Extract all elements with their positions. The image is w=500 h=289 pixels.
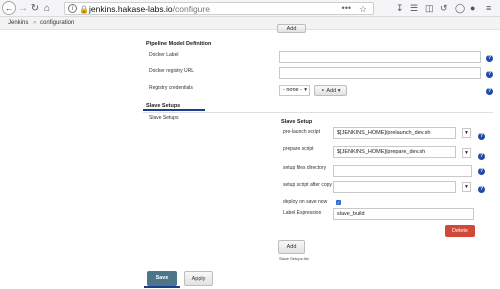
chevron-down-icon: ▾ <box>337 88 341 94</box>
pre-launch-script-label: pre-launch script <box>283 129 320 135</box>
browser-toolbar: ← → ↻ ⌂ i 🔒 jenkins.hakase-labs.io/confi… <box>0 0 500 17</box>
reload-icon[interactable]: ↻ <box>30 2 40 15</box>
chevron-down-icon: ▼ <box>464 130 469 136</box>
prepare-script-label: prepare script <box>283 146 314 152</box>
help-icon[interactable]: ? <box>478 153 485 160</box>
key-icon: ⚬ <box>320 88 326 94</box>
save-button[interactable]: Save <box>147 271 177 286</box>
help-icon[interactable]: ? <box>478 186 485 193</box>
sync-icon[interactable]: ↺ <box>440 2 448 15</box>
add-slave-setup-button[interactable]: Add <box>278 240 305 254</box>
lock-icon: 🔒 <box>79 5 89 14</box>
credentials-add-button[interactable]: ⚬ Add ▾ <box>314 85 347 96</box>
help-icon[interactable]: ? <box>486 71 493 78</box>
reader-icon[interactable]: ◫ <box>425 2 434 15</box>
slave-setup-panel-title: Slave Setup <box>281 119 313 125</box>
setup-files-directory-input[interactable] <box>333 165 472 177</box>
deploy-on-save-label: deploy on save now <box>283 199 328 205</box>
help-icon[interactable]: ? <box>478 133 485 140</box>
registry-credentials-label: Registry credentials <box>149 85 193 91</box>
credentials-select-value: - none - <box>283 87 302 93</box>
setup-files-directory-label: setup files directory <box>283 165 327 171</box>
download-icon[interactable]: ↧ <box>396 2 404 15</box>
help-icon[interactable]: ? <box>486 55 493 62</box>
page-root: ← → ↻ ⌂ i 🔒 jenkins.hakase-labs.io/confi… <box>0 0 500 289</box>
credentials-add-label: Add <box>326 88 337 94</box>
page-actions-icon[interactable]: ••• <box>342 3 351 14</box>
section-underline <box>143 109 205 111</box>
help-icon[interactable]: ? <box>478 168 485 175</box>
slave-setups-label: Slave Setups <box>149 115 179 121</box>
label-expression-input[interactable]: slave_build <box>333 208 474 220</box>
docker-label-label: Docker Label <box>149 52 179 58</box>
url-host: jenkins.hakase-labs.io <box>89 4 173 14</box>
slave-setups-list-caption: Slave Setups list <box>279 256 309 261</box>
url-bar[interactable]: i 🔒 jenkins.hakase-labs.io/configure •••… <box>64 2 374 15</box>
breadcrumb-item-configuration[interactable]: configuration <box>40 17 74 29</box>
docker-registry-url-input[interactable] <box>279 67 481 79</box>
chevron-down-icon: ▼ <box>464 150 469 156</box>
label-expression-label: Label Expression <box>283 210 322 216</box>
credentials-select[interactable]: - none - ▾ <box>279 85 310 96</box>
breadcrumb-separator: » <box>33 20 37 26</box>
save-underline <box>144 286 180 288</box>
breadcrumb-item-jenkins[interactable]: Jenkins <box>8 17 28 29</box>
url-path: /configure <box>172 4 210 14</box>
pipeline-section-title: Pipeline Model Definition <box>146 41 212 47</box>
menu-icon[interactable]: ≡ <box>486 2 491 15</box>
docker-label-input[interactable] <box>279 51 481 63</box>
add-button-top[interactable]: Add <box>277 24 306 33</box>
apply-button[interactable]: Apply <box>184 271 213 286</box>
forward-icon[interactable]: → <box>18 2 28 15</box>
delete-button[interactable]: Delete <box>445 225 475 237</box>
chevron-down-icon: ▾ <box>304 87 307 93</box>
account-icon[interactable]: ● <box>470 2 475 15</box>
docker-registry-url-label: Docker registry URL <box>149 68 195 74</box>
setup-script-after-copy-label: setup script after copy <box>283 182 332 188</box>
pre-launch-script-input[interactable]: $[JENKINS_HOME]/prelaunch_dev.sh <box>333 127 456 139</box>
help-icon[interactable]: ? <box>486 88 493 95</box>
setup-script-after-copy-input[interactable] <box>333 181 456 193</box>
pre-launch-dropdown-button[interactable]: ▼ <box>462 128 471 138</box>
shield-icon[interactable]: ◯ <box>455 2 465 15</box>
prepare-script-input[interactable]: $[JENKINS_HOME]/prepare_dev.sh <box>333 146 456 158</box>
after-copy-dropdown-button[interactable]: ▼ <box>462 182 471 192</box>
library-icon[interactable]: ☰ <box>410 2 418 15</box>
breadcrumb: Jenkins » configuration <box>0 17 500 30</box>
back-icon[interactable]: ← <box>2 1 16 15</box>
home-icon[interactable]: ⌂ <box>42 2 52 15</box>
bookmark-star-icon[interactable]: ☆ <box>359 3 367 15</box>
chevron-down-icon: ▼ <box>464 184 469 190</box>
section-divider <box>143 112 493 113</box>
prepare-script-dropdown-button[interactable]: ▼ <box>462 148 471 158</box>
info-icon[interactable]: i <box>68 4 77 13</box>
url-text: jenkins.hakase-labs.io/configure <box>89 3 210 15</box>
deploy-on-save-checkbox[interactable]: ✓ <box>336 200 341 205</box>
